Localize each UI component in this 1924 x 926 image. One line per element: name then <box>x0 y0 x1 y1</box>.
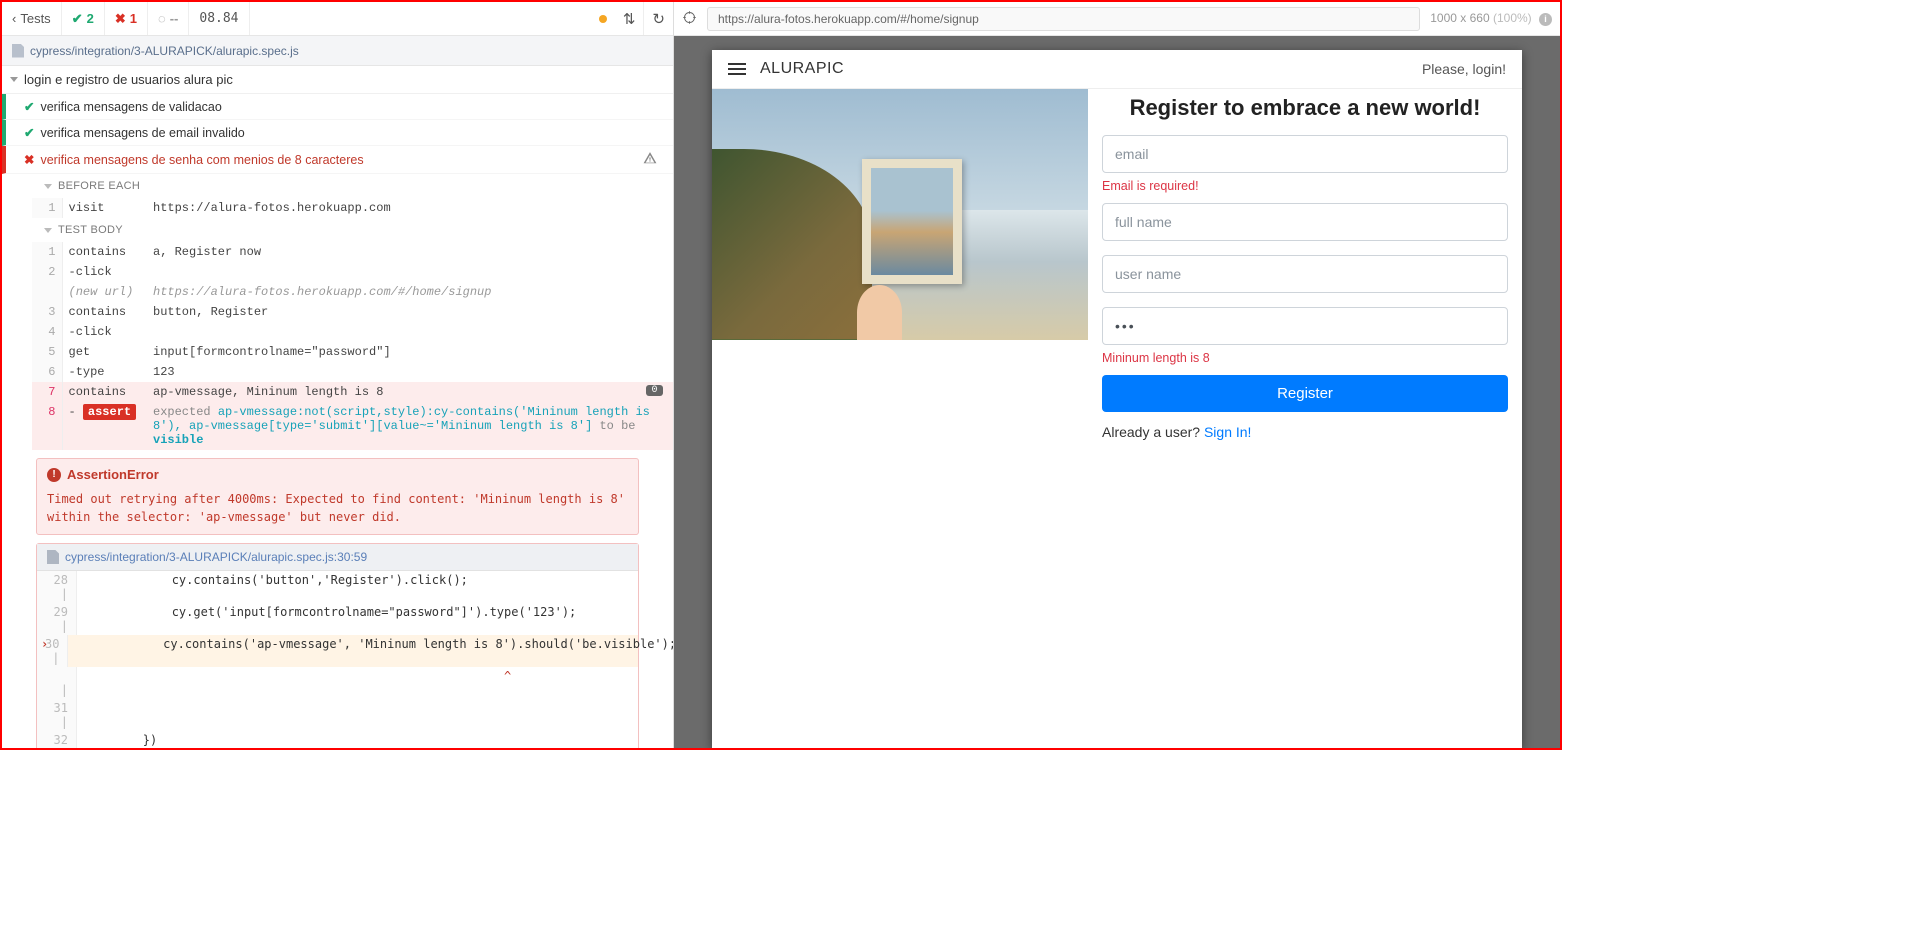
command-row[interactable]: 2 -click <box>32 262 673 282</box>
refresh-icon: ↻ <box>652 11 665 28</box>
viewport-dimensions: 1000 x 660 (100%) i <box>1430 11 1552 26</box>
username-field[interactable] <box>1102 255 1508 293</box>
check-icon: ✔ <box>24 99 34 114</box>
hero-image <box>712 89 1088 340</box>
test-row-fail[interactable]: ✖ verifica mensagens de senha com menios… <box>2 146 673 174</box>
status-dot <box>591 10 615 27</box>
password-field[interactable] <box>1102 307 1508 345</box>
command-row-error[interactable]: 7 contains 0 ap-vmessage, Mininum length… <box>32 382 673 402</box>
test-body-label[interactable]: TEST BODY <box>2 218 673 242</box>
password-error: Mininum length is 8 <box>1102 351 1508 365</box>
spec-file-bar[interactable]: cypress/integration/3-ALURAPICK/alurapic… <box>2 36 673 66</box>
preview-header: https://alura-fotos.herokuapp.com/#/home… <box>674 2 1560 36</box>
picture-frame-icon <box>862 159 962 284</box>
caret-down-icon <box>44 184 52 189</box>
pending-icon: ◌ <box>158 11 166 26</box>
caret-down-icon <box>44 228 52 233</box>
dot-icon <box>599 15 607 23</box>
code-line: 32 | }) <box>37 731 638 748</box>
test-row-pass[interactable]: ✔ verifica mensagens de email invalido <box>2 120 673 146</box>
command-row[interactable]: 1 visit https://alura-fotos.herokuapp.co… <box>32 198 673 218</box>
file-icon <box>47 550 59 564</box>
command-row-assert[interactable]: 8 - assert expected ap-vmessage:not(scri… <box>32 402 673 450</box>
describe-title: login e registro de usuarios alura pic <box>24 72 233 87</box>
signup-form: Register to embrace a new world! Email i… <box>1088 89 1522 440</box>
email-error: Email is required! <box>1102 179 1508 193</box>
code-line: 31 | <box>37 699 638 731</box>
toggle-autoscroll[interactable]: ⇅ <box>615 10 644 28</box>
pending-count: ◌ -- <box>148 11 188 26</box>
chevron-left-icon: ‹ <box>12 11 16 26</box>
hamburger-icon <box>728 63 746 65</box>
assertion-error-box: ! AssertionError Timed out retrying afte… <box>36 458 639 535</box>
already-user-text: Already a user? Sign In! <box>1102 424 1508 440</box>
describe-block[interactable]: login e registro de usuarios alura pic <box>2 66 673 94</box>
command-row[interactable]: 4 -click <box>32 322 673 342</box>
error-icon: ! <box>47 468 61 482</box>
pass-count: ✔ 2 <box>62 11 104 27</box>
back-to-tests[interactable]: ‹ Tests <box>2 11 61 26</box>
command-row[interactable]: 5 get input[formcontrolname="password"] <box>32 342 673 362</box>
selector-playground-button[interactable] <box>682 10 697 28</box>
pin-badge: 0 <box>646 385 662 396</box>
test-title: verifica mensagens de validacao <box>40 100 221 114</box>
command-row[interactable]: 1 contains a, Register now <box>32 242 673 262</box>
command-row[interactable]: 6 -type 123 <box>32 362 673 382</box>
form-title: Register to embrace a new world! <box>1102 95 1508 121</box>
check-icon: ✔ <box>24 125 34 140</box>
spec-file-path: cypress/integration/3-ALURAPICK/alurapic… <box>30 44 299 58</box>
fullname-field[interactable] <box>1102 203 1508 241</box>
code-line: 28 | cy.contains('button','Register').cl… <box>37 571 638 603</box>
check-icon: ✔ <box>72 11 83 27</box>
command-row-url[interactable]: (new url) https://alura-fotos.herokuapp.… <box>32 282 673 302</box>
email-field[interactable] <box>1102 135 1508 173</box>
assert-pill: assert <box>83 404 136 420</box>
error-message: Timed out retrying after 4000ms: Expecte… <box>47 490 628 526</box>
test-title: verifica mensagens de senha com menios d… <box>40 153 363 167</box>
menu-button[interactable] <box>728 63 746 75</box>
error-heading: ! AssertionError <box>47 467 628 482</box>
url-bar[interactable]: https://alura-fotos.herokuapp.com/#/home… <box>707 7 1420 31</box>
code-frame-path[interactable]: cypress/integration/3-ALURAPICK/alurapic… <box>37 544 638 571</box>
register-button[interactable]: Register <box>1102 375 1508 412</box>
code-line-highlight: 30 | cy.contains('ap-vmessage', 'Mininum… <box>37 635 638 667</box>
command-row[interactable]: 3 contains button, Register <box>32 302 673 322</box>
app-preview-viewport: ALURAPIC Please, login! Register to embr… <box>674 36 1560 748</box>
code-frame: cypress/integration/3-ALURAPICK/alurapic… <box>36 543 639 748</box>
test-row-pass[interactable]: ✔ verifica mensagens de validacao <box>2 94 673 120</box>
code-line: | ^ <box>37 667 638 699</box>
x-icon: ✖ <box>24 152 34 167</box>
updown-icon: ⇅ <box>623 11 636 28</box>
app-navbar: ALURAPIC Please, login! <box>712 50 1522 89</box>
signin-link[interactable]: Sign In! <box>1204 424 1251 440</box>
please-login-link[interactable]: Please, login! <box>1422 61 1506 77</box>
file-icon <box>12 44 24 58</box>
code-line: 29 | cy.get('input[formcontrolname="pass… <box>37 603 638 635</box>
warning-icon <box>643 151 657 168</box>
brand-title: ALURAPIC <box>760 60 844 78</box>
fail-count: ✖ 1 <box>105 11 147 27</box>
info-icon[interactable]: i <box>1539 13 1552 26</box>
duration: 08.84 <box>189 11 248 26</box>
caret-down-icon <box>10 77 18 82</box>
x-icon: ✖ <box>115 11 126 27</box>
test-title: verifica mensagens de email invalido <box>40 126 244 140</box>
back-label: Tests <box>20 11 50 26</box>
runner-header: ‹ Tests ✔ 2 ✖ 1 ◌ -- 08.84 <box>2 2 673 36</box>
before-each-label[interactable]: BEFORE EACH <box>2 174 673 198</box>
rerun-button[interactable]: ↻ <box>644 10 673 28</box>
app-frame: ALURAPIC Please, login! Register to embr… <box>712 50 1522 748</box>
